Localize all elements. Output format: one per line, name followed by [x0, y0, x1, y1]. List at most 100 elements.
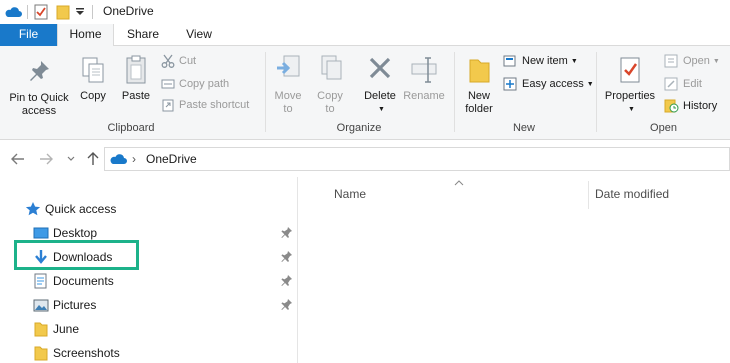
copy-to-icon	[321, 55, 342, 80]
nav-item-label: Quick access	[45, 202, 117, 216]
folder-icon	[469, 59, 490, 83]
pin-icon[interactable]	[281, 274, 293, 288]
title-separator	[92, 5, 93, 19]
nav-item-label: Documents	[53, 274, 114, 288]
folder-icon	[34, 346, 48, 361]
paste-shortcut-button[interactable]: Paste shortcut	[161, 96, 249, 114]
pin-icon[interactable]	[281, 250, 293, 264]
move-to-button[interactable]: Move to	[270, 54, 306, 116]
breadcrumb-onedrive[interactable]: OneDrive	[146, 152, 197, 166]
nav-item-label: Pictures	[53, 298, 97, 312]
forward-button[interactable]	[38, 151, 54, 167]
open-icon	[664, 54, 678, 68]
pin-to-quick-access-label: Pin to Quick access	[9, 92, 69, 117]
easy-access-icon	[503, 77, 517, 91]
edit-icon	[664, 77, 678, 91]
open-dropdown-caret-icon: ▼	[712, 57, 720, 65]
back-arrow-icon	[11, 153, 24, 165]
properties-icon	[620, 57, 640, 83]
folder-icon	[34, 322, 48, 337]
nav-item-quick-access[interactable]: Quick access	[0, 197, 297, 221]
new-folder-button[interactable]: New folder	[460, 54, 498, 116]
properties-quick-icon[interactable]	[34, 3, 48, 21]
pin-to-quick-access-button[interactable]: Pin to Quick access	[4, 58, 74, 118]
new-item-dropdown-caret-icon: ▼	[570, 57, 578, 65]
rename-button[interactable]: Rename	[401, 54, 447, 103]
copy-icon	[82, 57, 104, 83]
rename-icon	[411, 57, 437, 83]
chevron-down-icon	[67, 156, 75, 161]
column-header-name[interactable]: Name	[334, 187, 366, 201]
open-label: Open	[683, 55, 710, 67]
new-folder-quick-icon[interactable]	[56, 3, 70, 21]
delete-x-icon	[369, 57, 391, 79]
open-group-label: Open	[650, 122, 677, 134]
selection-highlight-box	[14, 240, 139, 270]
pin-icon[interactable]	[281, 298, 293, 312]
nav-item-june[interactable]: June	[0, 317, 297, 341]
recent-locations-button[interactable]	[65, 151, 77, 167]
delete-label: Delete	[364, 90, 396, 102]
navigation-pane: Quick access Desktop Downloads Documents…	[0, 177, 297, 363]
new-item-button[interactable]: New item ▼	[503, 52, 578, 70]
copy-to-button[interactable]: Copy to	[312, 54, 348, 116]
nav-item-documents[interactable]: Documents	[0, 269, 297, 293]
cut-label: Cut	[179, 55, 197, 67]
column-header-date-modified[interactable]: Date modified	[595, 187, 669, 201]
documents-icon	[34, 273, 47, 289]
copy-path-label: Copy path	[179, 78, 230, 90]
easy-access-button[interactable]: Easy access ▼	[503, 75, 594, 93]
cut-button[interactable]: Cut	[161, 52, 196, 70]
organize-group-label: Organize	[336, 122, 382, 134]
history-icon	[664, 99, 679, 113]
ribbon-tabs: File Home Share View	[0, 24, 730, 47]
delete-dropdown-caret-icon[interactable]: ▼	[363, 103, 400, 116]
history-label: History	[683, 100, 718, 112]
nav-item-pictures[interactable]: Pictures	[0, 293, 297, 317]
address-row: › OneDrive	[0, 141, 730, 177]
breadcrumb-chevron-icon[interactable]: ›	[132, 152, 136, 166]
history-button[interactable]: History	[664, 97, 717, 115]
tab-home[interactable]: Home	[57, 24, 114, 47]
pictures-icon	[33, 299, 49, 312]
onedrive-cloud-icon	[4, 3, 22, 21]
window-title: OneDrive	[103, 4, 154, 18]
paste-button[interactable]: Paste	[119, 54, 153, 103]
tab-share[interactable]: Share	[117, 24, 169, 46]
new-item-label: New item	[522, 55, 568, 67]
copy-path-button[interactable]: Copy path	[161, 75, 229, 93]
open-button[interactable]: Open ▼	[664, 52, 720, 70]
star-icon	[25, 202, 41, 216]
easy-access-label: Easy access	[522, 78, 584, 90]
edit-button[interactable]: Edit	[664, 75, 702, 93]
ribbon-group-separator	[454, 52, 455, 132]
properties-dropdown-caret-icon[interactable]: ▼	[604, 103, 659, 116]
tab-view[interactable]: View	[176, 24, 222, 46]
pin-icon[interactable]	[281, 226, 293, 240]
column-divider[interactable]	[588, 181, 589, 209]
nav-item-screenshots[interactable]: Screenshots	[0, 341, 297, 363]
forward-arrow-icon	[40, 153, 53, 165]
pin-icon	[30, 61, 49, 81]
address-bar[interactable]: › OneDrive	[104, 147, 730, 171]
properties-button[interactable]: Properties ▼	[601, 54, 659, 116]
title-bar: OneDrive	[0, 0, 730, 24]
delete-button[interactable]: Delete ▼	[360, 54, 400, 116]
sort-ascending-icon	[454, 180, 464, 186]
paste-label: Paste	[121, 90, 151, 102]
copy-button[interactable]: Copy	[77, 56, 109, 103]
move-to-label: Move to	[274, 90, 302, 115]
scissors-icon	[161, 54, 175, 68]
customize-toolbar-chevron-icon[interactable]	[75, 3, 85, 21]
up-button[interactable]	[85, 151, 101, 167]
nav-item-label: Desktop	[53, 226, 98, 240]
tab-file[interactable]: File	[0, 24, 57, 46]
back-button[interactable]	[10, 151, 26, 167]
move-to-icon	[277, 55, 300, 77]
paste-icon	[126, 55, 146, 84]
copy-label: Copy	[80, 90, 106, 102]
ribbon-group-separator	[596, 52, 597, 132]
file-list-pane[interactable]: Name Date modified	[298, 177, 730, 363]
rename-label: Rename	[403, 90, 445, 102]
paste-shortcut-icon	[162, 99, 174, 112]
